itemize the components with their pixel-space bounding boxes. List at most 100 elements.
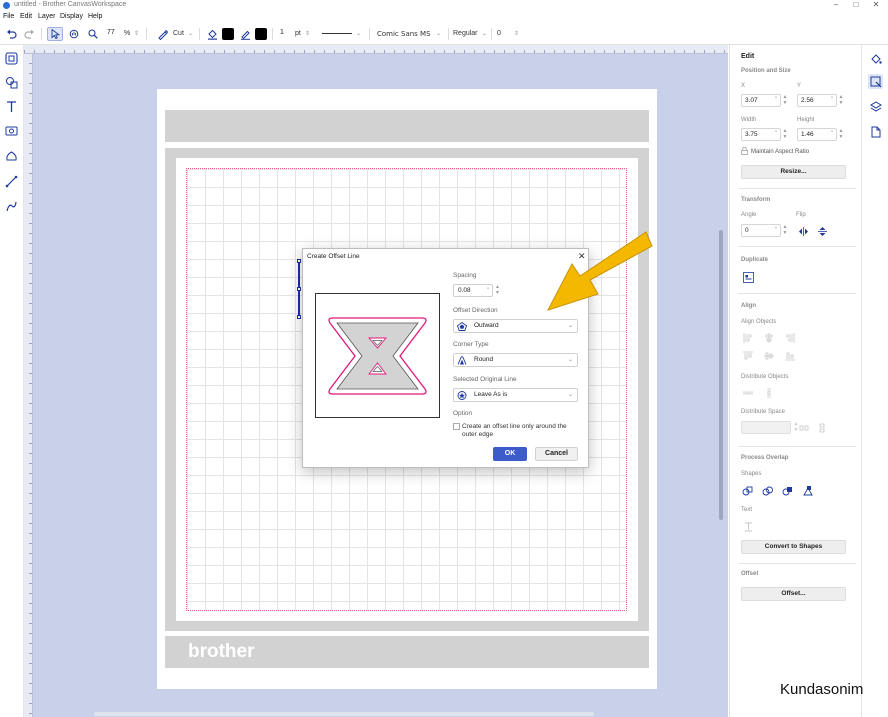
cancel-button[interactable]: Cancel bbox=[535, 447, 578, 461]
toolbar-separator bbox=[491, 28, 492, 40]
intersect-icon[interactable] bbox=[802, 485, 814, 497]
resize-handle[interactable] bbox=[297, 315, 301, 319]
spacing-field[interactable]: 0.08 " bbox=[453, 284, 493, 297]
transform-heading: Transform bbox=[741, 197, 771, 203]
original-line-select[interactable]: Leave As is ⌄ bbox=[453, 388, 578, 402]
section-divider bbox=[738, 188, 856, 189]
zoom-field[interactable]: 77 bbox=[104, 27, 136, 41]
hand-pan-icon[interactable] bbox=[67, 27, 81, 41]
vertical-ruler bbox=[24, 54, 33, 717]
image-trace-icon[interactable] bbox=[4, 123, 19, 138]
toolbar: 77 % ⇕ Cut ⌄ 1 pt ⇕ ⌄ Comic Sans MS ⌄ Re… bbox=[0, 23, 888, 45]
edit-tab-icon[interactable] bbox=[868, 74, 883, 89]
zoom-unit: % bbox=[124, 30, 131, 37]
menu-edit[interactable]: Edit bbox=[20, 13, 32, 20]
layers-tab-icon[interactable] bbox=[868, 99, 883, 114]
zoom-icon[interactable] bbox=[86, 27, 100, 41]
menu-display[interactable]: Display bbox=[60, 13, 83, 20]
zoom-spinner-icon[interactable]: ⇕ bbox=[134, 30, 139, 37]
width-field[interactable]: 3.75 " bbox=[741, 128, 781, 141]
aspect-lock-icon[interactable] bbox=[740, 147, 748, 155]
paint-bucket-tab-icon[interactable] bbox=[868, 51, 883, 66]
menu-bar: File Edit Layer Display Help bbox=[0, 11, 888, 23]
x-spinner-icon[interactable]: ▲ ▼ bbox=[781, 94, 789, 107]
font-style-select[interactable]: Regular bbox=[453, 30, 478, 37]
weld-icon[interactable] bbox=[742, 485, 754, 497]
select-pointer-icon[interactable] bbox=[47, 27, 63, 41]
star-shape-icon bbox=[457, 391, 467, 400]
pen-icon[interactable] bbox=[4, 199, 19, 214]
width-spinner-icon[interactable]: ▲ ▼ bbox=[781, 128, 789, 141]
select-tool-icon[interactable] bbox=[4, 51, 19, 66]
text-overlap-icon bbox=[742, 520, 754, 532]
height-label: Height bbox=[797, 117, 815, 123]
fill-color-swatch[interactable] bbox=[222, 28, 234, 40]
menu-help[interactable]: Help bbox=[88, 13, 102, 20]
cut-mode-select[interactable]: Cut bbox=[173, 30, 184, 37]
offset-direction-label: Offset Direction bbox=[453, 307, 498, 314]
edit-panel: Edit Position and Size X 3.07 " ▲ ▼ Y 2.5… bbox=[729, 45, 859, 717]
undo-icon[interactable] bbox=[4, 27, 18, 41]
height-field[interactable]: 1.46 " bbox=[797, 128, 837, 141]
angle-unit: ° bbox=[774, 227, 777, 233]
offset-button[interactable]: Offset... bbox=[741, 587, 846, 601]
offset-direction-value: Outward bbox=[474, 322, 499, 329]
angle-value: 0 bbox=[745, 227, 749, 234]
line-width-spinner-icon[interactable]: ⇕ bbox=[305, 30, 310, 37]
flip-horizontal-icon[interactable] bbox=[797, 225, 809, 237]
position-size-heading: Position and Size bbox=[741, 68, 791, 74]
maximize-icon[interactable]: □ bbox=[849, 0, 863, 9]
vertical-scrollbar[interactable] bbox=[719, 230, 723, 520]
offset-direction-select[interactable]: Outward ⌄ bbox=[453, 319, 578, 333]
line-width-value: 1 bbox=[280, 29, 284, 36]
watermark-text: Kundasonim bbox=[780, 681, 864, 698]
mat-bottom-band: brother bbox=[165, 636, 649, 668]
right-tab-bar bbox=[861, 45, 888, 717]
horizontal-ruler bbox=[24, 45, 728, 54]
trim-icon[interactable] bbox=[782, 485, 794, 497]
angle-field[interactable]: 0 ° bbox=[741, 224, 781, 237]
y-field[interactable]: 2.56 " bbox=[797, 94, 837, 107]
resize-handle[interactable] bbox=[297, 259, 301, 263]
ok-button[interactable]: OK bbox=[493, 447, 527, 461]
text-icon[interactable] bbox=[4, 99, 19, 114]
chevron-down-icon: ⌄ bbox=[188, 31, 194, 37]
offset-heading: Offset bbox=[741, 571, 759, 577]
close-window-icon[interactable]: ✕ bbox=[869, 0, 883, 9]
height-spinner-icon[interactable]: ▲ ▼ bbox=[837, 128, 845, 141]
minimize-icon[interactable]: – bbox=[829, 0, 843, 9]
duplicate-icon[interactable] bbox=[742, 271, 754, 283]
line-color-swatch[interactable] bbox=[255, 28, 267, 40]
redo-icon[interactable] bbox=[22, 27, 36, 41]
corner-type-select[interactable]: Round ⌄ bbox=[453, 353, 578, 367]
outer-edge-checkbox[interactable] bbox=[453, 423, 460, 430]
spacing-spinner-icon[interactable]: ▲ ▼ bbox=[495, 284, 500, 296]
horizontal-scrollbar[interactable] bbox=[94, 712, 594, 716]
resize-button[interactable]: Resize... bbox=[741, 165, 846, 179]
x-unit: " bbox=[774, 97, 777, 103]
shapes-icon[interactable] bbox=[4, 75, 19, 90]
menu-file[interactable]: File bbox=[3, 13, 14, 20]
group-overlap-icon[interactable] bbox=[762, 485, 774, 497]
x-field[interactable]: 3.07 " bbox=[741, 94, 781, 107]
convert-to-shapes-button[interactable]: Convert to Shapes bbox=[741, 540, 846, 554]
original-line-label: Selected Original Line bbox=[453, 376, 517, 383]
resize-handle[interactable] bbox=[297, 287, 301, 291]
y-spinner-icon[interactable]: ▲ ▼ bbox=[837, 94, 845, 107]
page-tab-icon[interactable] bbox=[868, 124, 883, 139]
line-style-preview bbox=[322, 33, 352, 34]
angle-spinner-icon[interactable]: ▲ ▼ bbox=[781, 224, 789, 237]
round-corner-icon bbox=[457, 356, 467, 365]
brand-logo: brother bbox=[188, 641, 255, 662]
font-family-select[interactable]: Comic Sans MS bbox=[377, 30, 431, 38]
font-size-field[interactable]: 0 bbox=[497, 30, 501, 37]
library-icon[interactable] bbox=[4, 149, 19, 164]
font-size-spinner-icon[interactable]: ⇕ bbox=[514, 30, 519, 37]
menu-layer[interactable]: Layer bbox=[38, 13, 56, 20]
line-icon[interactable] bbox=[4, 174, 19, 189]
flip-vertical-icon[interactable] bbox=[816, 225, 828, 237]
x-value: 3.07 bbox=[745, 97, 758, 104]
maintain-aspect-label: Maintain Aspect Ratio bbox=[751, 149, 810, 155]
section-divider bbox=[738, 446, 856, 447]
offset-preview bbox=[315, 293, 440, 418]
